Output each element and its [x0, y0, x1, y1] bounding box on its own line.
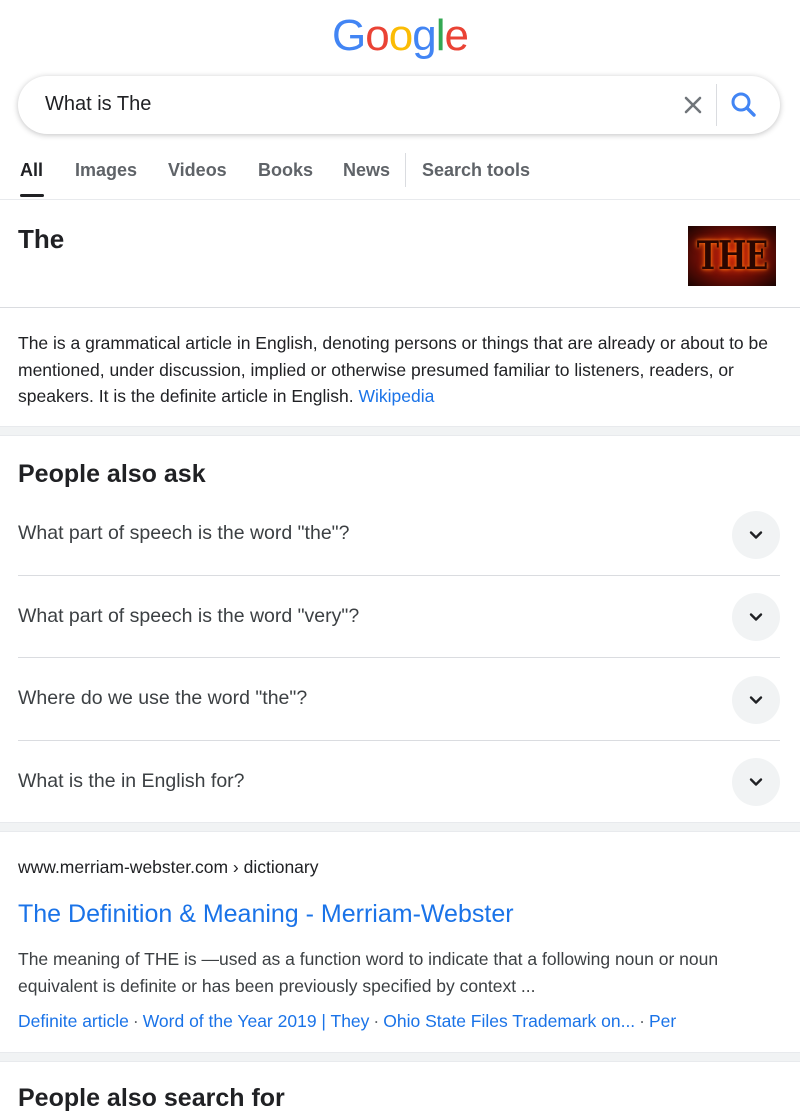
google-logo[interactable]: Google [0, 14, 800, 58]
logo-letter: e [444, 11, 469, 60]
entity-title: The [18, 224, 65, 254]
search-icon [731, 92, 756, 117]
wikipedia-link[interactable]: Wikipedia [358, 386, 434, 406]
search-box[interactable]: What is The [18, 76, 780, 134]
expand-button[interactable] [732, 758, 780, 806]
tab-search-tools[interactable]: Search tools [422, 160, 530, 181]
paa-question[interactable]: What part of speech is the word "the"? [18, 510, 780, 592]
entity-image[interactable]: THE [688, 226, 776, 286]
tab-news[interactable]: News [343, 160, 390, 181]
sitelink-separator: · [373, 1011, 380, 1031]
paa-divider [18, 740, 780, 741]
sitelink[interactable]: Word of the Year 2019 | They [143, 1011, 370, 1031]
chevron-down-icon [749, 778, 763, 786]
logo-letter: o [388, 11, 414, 60]
paa-divider [18, 657, 780, 658]
paa-question[interactable]: Where do we use the word "the"? [18, 675, 780, 757]
result-snippet: The meaning of THE is —used as a functio… [18, 949, 719, 996]
section-divider [0, 822, 800, 832]
entity-description: The is a grammatical article in English,… [18, 330, 780, 410]
people-also-search-for-title: People also search for [18, 1084, 285, 1112]
result-sitelinks: Definite article · Word of the Year 2019 |… [18, 1011, 780, 1032]
tab-videos[interactable]: Videos [168, 160, 227, 181]
entity-image-text: THE [696, 233, 769, 279]
tab-separator [405, 153, 406, 187]
knowledge-panel-header: The THE [0, 200, 800, 308]
logo-letter: g [412, 11, 437, 60]
chevron-down-icon [749, 531, 763, 539]
sitelink-separator: · [639, 1011, 645, 1031]
sitelink-separator: · [132, 1011, 139, 1031]
logo-letter: o [365, 11, 390, 60]
result-title-link[interactable]: The Definition & Meaning - Merriam-Webst… [18, 900, 514, 929]
paa-question-text: What is the in English for? [18, 770, 245, 792]
search-button[interactable] [726, 88, 762, 122]
sitelink[interactable]: Definite article [18, 1011, 129, 1031]
logo-letter: l [435, 11, 446, 60]
paa-question-text: Where do we use the word "the"? [18, 687, 308, 709]
paa-question[interactable]: What part of speech is the word "very"? [18, 593, 780, 675]
section-divider [0, 1052, 800, 1062]
result-url[interactable]: www.merriam-webster.com › dictionary [18, 857, 318, 878]
sitelink[interactable]: Per [649, 1011, 676, 1031]
paa-question-text: What part of speech is the word "very"? [18, 605, 360, 627]
chevron-down-icon [749, 613, 763, 621]
tab-all[interactable]: All [20, 160, 43, 181]
clear-button[interactable] [678, 90, 708, 120]
close-icon [684, 96, 702, 114]
chevron-down-icon [749, 696, 763, 704]
people-also-ask-title: People also ask [18, 460, 206, 488]
sitelink[interactable]: Ohio State Files Trademark on... [383, 1011, 635, 1031]
logo-letter: G [332, 11, 366, 60]
active-tab-indicator [20, 194, 44, 197]
search-input[interactable]: What is The [45, 93, 151, 116]
search-divider [716, 84, 717, 126]
expand-button[interactable] [732, 593, 780, 641]
paa-divider [18, 575, 780, 576]
search-tabs: All Images Videos Books News Search tool… [0, 150, 800, 200]
expand-button[interactable] [732, 511, 780, 559]
tab-images[interactable]: Images [75, 160, 137, 181]
section-divider [0, 426, 800, 436]
tab-books[interactable]: Books [258, 160, 313, 181]
paa-question-text: What part of speech is the word "the"? [18, 522, 350, 544]
expand-button[interactable] [732, 676, 780, 724]
